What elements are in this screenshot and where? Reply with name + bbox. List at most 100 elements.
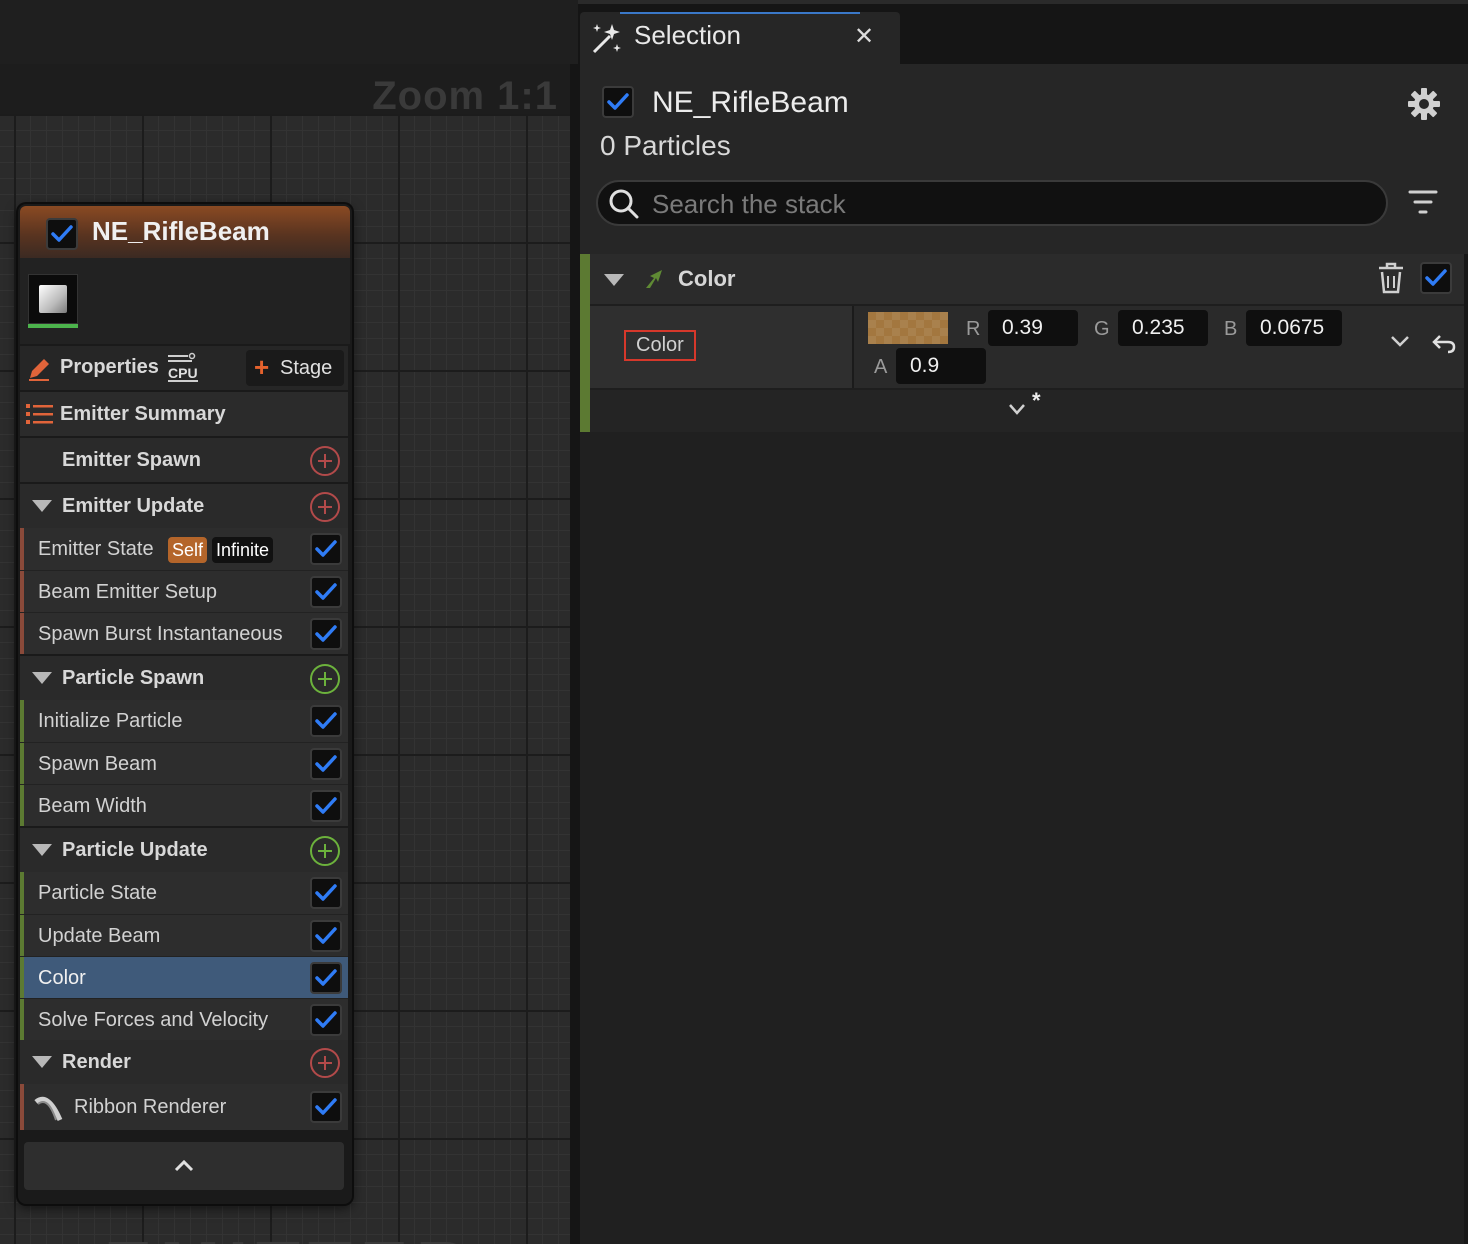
emitter-enable-checkbox[interactable] — [602, 86, 634, 118]
panel-edge — [1464, 254, 1468, 1244]
properties-row[interactable]: Properties CPU + Stage — [20, 346, 348, 390]
group-label: Particle Update — [62, 839, 208, 861]
parameter-name-cell: Color — [590, 306, 852, 388]
badge-self: Self — [168, 537, 208, 563]
module-label: Emitter State — [38, 538, 154, 560]
b-label: B — [1224, 318, 1238, 340]
module-particle-state[interactable]: Particle State — [20, 872, 348, 914]
module-enable-checkbox[interactable] — [310, 962, 342, 994]
module-accent — [20, 613, 24, 654]
group-label: Render — [62, 1051, 131, 1073]
module-spawn-beam[interactable]: Spawn Beam — [20, 742, 348, 784]
module-enable-checkbox[interactable] — [310, 533, 342, 565]
chevron-up-icon — [174, 1158, 194, 1177]
module-solve-forces[interactable]: Solve Forces and Velocity — [20, 998, 348, 1040]
module-enable-checkbox[interactable] — [310, 705, 342, 737]
add-module-icon[interactable] — [310, 1048, 340, 1078]
add-stage-button[interactable]: + Stage — [246, 350, 344, 386]
collapse-triangle-icon[interactable] — [604, 274, 624, 286]
trash-icon[interactable] — [1376, 262, 1406, 299]
module-spawn-burst-instantaneous[interactable]: Spawn Burst Instantaneous — [20, 612, 348, 654]
gear-icon[interactable] — [1406, 86, 1442, 127]
emitter-summary-row[interactable]: Emitter Summary — [20, 392, 348, 436]
collapse-node-button[interactable] — [24, 1142, 344, 1190]
section-title: Color — [678, 266, 736, 291]
collapse-triangle-icon[interactable] — [32, 672, 52, 684]
module-beam-emitter-setup[interactable]: Beam Emitter Setup — [20, 570, 348, 612]
module-label: Ribbon Renderer — [74, 1096, 227, 1118]
add-module-icon[interactable] — [310, 664, 340, 694]
collapse-triangle-icon[interactable] — [32, 844, 52, 856]
add-module-icon[interactable] — [310, 492, 340, 522]
module-label: Solve Forces and Velocity — [38, 1009, 269, 1031]
color-section-header[interactable]: Color — [590, 254, 1464, 304]
g-value-field[interactable]: 0.235 — [1118, 310, 1208, 346]
reset-arrow-icon[interactable] — [1432, 334, 1456, 359]
module-accent — [20, 700, 24, 742]
group-label: Particle Spawn — [62, 667, 205, 689]
thumbnail-preview — [39, 285, 67, 313]
properties-label: Properties — [60, 356, 159, 378]
module-emitter-state[interactable]: Emitter State Self Infinite — [20, 528, 348, 570]
module-beam-width[interactable]: Beam Width — [20, 784, 348, 826]
emitter-node-header[interactable]: NE_RifleBeam — [20, 206, 350, 258]
module-enable-checkbox[interactable] — [310, 618, 342, 650]
module-ribbon-renderer[interactable]: Ribbon Renderer — [20, 1084, 348, 1130]
module-accent — [20, 872, 24, 914]
module-enable-checkbox[interactable] — [1420, 262, 1452, 294]
module-update-beam[interactable]: Update Beam — [20, 914, 348, 956]
graph-editor[interactable]: Zoom 1:1 EMITTER NE_RifleBeam Properties… — [0, 0, 578, 1244]
module-accent — [20, 915, 24, 956]
module-enable-checkbox[interactable] — [310, 748, 342, 780]
module-arrow-icon — [642, 268, 664, 295]
collapse-triangle-icon[interactable] — [32, 1056, 52, 1068]
module-label: Spawn Burst Instantaneous — [38, 623, 283, 645]
module-enable-checkbox[interactable] — [310, 877, 342, 909]
add-module-icon[interactable] — [310, 446, 340, 476]
color-module-section: Color Color R 0.39 G 0.235 B 0.0675 A 0.… — [580, 254, 1464, 432]
group-label: Emitter Update — [62, 495, 205, 517]
module-initialize-particle[interactable]: Initialize Particle — [20, 700, 348, 742]
add-module-icon[interactable] — [310, 836, 340, 866]
selection-header: NE_RifleBeam 0 Particles — [580, 64, 1468, 254]
module-label: Initialize Particle — [38, 710, 183, 732]
module-color-selected[interactable]: Color — [20, 956, 348, 998]
close-icon[interactable]: ✕ — [854, 22, 874, 51]
module-enable-checkbox[interactable] — [310, 576, 342, 608]
module-accent — [20, 1084, 24, 1130]
emitter-thumbnail[interactable] — [28, 274, 78, 324]
particle-count: 0 Particles — [600, 130, 731, 161]
filter-icon[interactable] — [1408, 188, 1438, 221]
chevron-down-icon[interactable] — [1008, 402, 1026, 421]
column-divider[interactable] — [852, 306, 854, 388]
group-emitter-spawn[interactable]: Emitter Spawn — [20, 438, 348, 482]
graph-topbar — [0, 0, 578, 64]
color-swatch[interactable] — [868, 312, 948, 344]
module-enable-checkbox[interactable] — [310, 1004, 342, 1036]
plus-icon: + — [254, 352, 270, 382]
panel-splitter[interactable] — [570, 64, 580, 1244]
group-particle-update[interactable]: Particle Update — [20, 828, 348, 872]
group-emitter-update[interactable]: Emitter Update — [20, 484, 348, 528]
b-value-field[interactable]: 0.0675 — [1246, 310, 1342, 346]
emitter-watermark: EMITTER — [104, 1232, 476, 1244]
tab-selection[interactable]: Selection ✕ — [580, 12, 900, 64]
collapse-triangle-icon[interactable] — [32, 500, 52, 512]
group-render[interactable]: Render — [20, 1040, 348, 1084]
module-enable-checkbox[interactable] — [310, 790, 342, 822]
search-input[interactable] — [652, 188, 1352, 220]
parameter-name[interactable]: Color — [624, 330, 696, 361]
emitter-summary-label: Emitter Summary — [60, 403, 226, 425]
r-value-field[interactable]: 0.39 — [988, 310, 1078, 346]
emitter-node[interactable]: NE_RifleBeam Properties CPU + Stage Emit… — [18, 204, 352, 1204]
module-enable-checkbox[interactable] — [310, 1091, 342, 1123]
a-value-field[interactable]: 0.9 — [896, 348, 986, 384]
advanced-row[interactable]: * — [590, 388, 1464, 432]
search-box[interactable] — [596, 180, 1388, 226]
color-parameter-row: Color R 0.39 G 0.235 B 0.0675 A 0.9 — [590, 306, 1464, 388]
module-enable-checkbox[interactable] — [310, 920, 342, 952]
r-label: R — [966, 318, 981, 340]
emitter-enable-checkbox[interactable] — [46, 218, 78, 250]
group-particle-spawn[interactable]: Particle Spawn — [20, 656, 348, 700]
chevron-down-icon[interactable] — [1390, 334, 1410, 353]
